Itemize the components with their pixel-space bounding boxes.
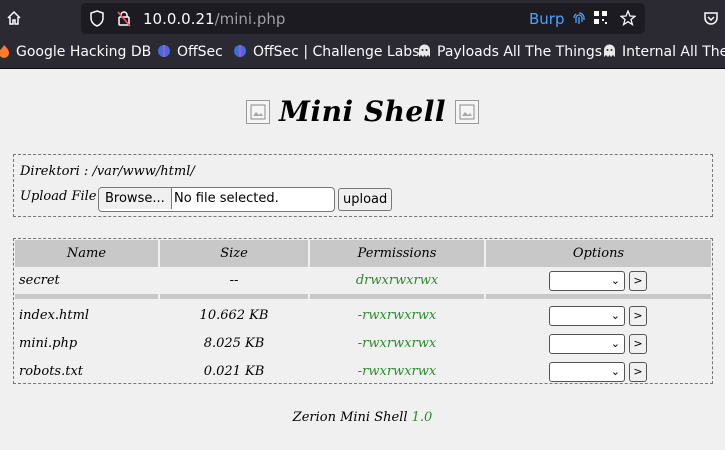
- url-host: 10.0.0.21: [143, 10, 215, 28]
- upload-panel: Direktori : /var/www/html/ Upload File :…: [13, 154, 713, 217]
- shield-icon[interactable]: [89, 10, 105, 30]
- file-name[interactable]: robots.txt: [19, 358, 83, 385]
- upload-label: Upload File :: [20, 189, 106, 204]
- directory-path: /var/www/html/: [92, 164, 195, 179]
- star-icon[interactable]: [619, 9, 637, 29]
- bookmark-label: Google Hacking DB: [16, 44, 152, 60]
- file-size: 10.662 KB: [199, 308, 269, 323]
- page-content: Mini Shell Direktori : /var/www/html/ Up…: [0, 69, 725, 450]
- row-separator: [310, 294, 484, 299]
- go-button[interactable]: >: [629, 271, 647, 291]
- browser-toolbar: 10.0.0.21/mini.php Burp: [0, 0, 725, 38]
- chevron-down-icon: ⌄: [610, 274, 620, 287]
- bookmark-label: OffSec: [177, 44, 223, 60]
- chevron-down-icon: ⌄: [610, 337, 620, 350]
- file-name[interactable]: index.html: [19, 302, 89, 329]
- column-header-permissions: Permissions: [310, 240, 484, 267]
- directory-label: Direktori :: [20, 164, 89, 179]
- ghost-icon: [419, 44, 430, 57]
- url-bar[interactable]: 10.0.0.21/mini.php Burp: [81, 3, 645, 34]
- bookmark-payloads-all-the-things[interactable]: Payloads All The Things: [418, 44, 602, 60]
- file-permissions[interactable]: drwxrwxrwx: [309, 267, 485, 294]
- options-select[interactable]: ⌄: [549, 271, 625, 291]
- chevron-down-icon: ⌄: [610, 365, 620, 378]
- column-header-size: Size: [160, 240, 308, 267]
- row-separator: [15, 294, 158, 299]
- bookmark-offsec-challenge-labs[interactable]: OffSec | Challenge Labs: [233, 44, 419, 60]
- url-text[interactable]: 10.0.0.21/mini.php: [143, 10, 285, 28]
- upload-button[interactable]: upload: [338, 188, 393, 211]
- file-permissions[interactable]: -rwxrwxrwx: [309, 358, 485, 385]
- page-header: Mini Shell: [0, 95, 725, 128]
- table-row: robots.txt 0.021 KB -rwxrwxrwx ⌄ >: [14, 358, 712, 385]
- flame-icon: [0, 45, 9, 58]
- broken-image-icon: [245, 99, 270, 124]
- file-size: --: [229, 273, 239, 288]
- burp-proxy-indicator[interactable]: Burp: [529, 10, 586, 28]
- bookmark-offsec[interactable]: OffSec: [157, 44, 223, 60]
- file-permissions[interactable]: -rwxrwxrwx: [309, 330, 485, 357]
- bookmark-internal-all-the-things[interactable]: Internal All The: [603, 44, 725, 60]
- offsec-icon: [158, 45, 170, 57]
- bookmark-google-hacking-db[interactable]: Google Hacking DB: [0, 44, 151, 60]
- file-status: No file selected.: [174, 191, 279, 206]
- bookmarks-bar: Google Hacking DB OffSec OffSec | Challe…: [0, 38, 725, 69]
- page-footer: Zerion Mini Shell 1.0: [0, 410, 725, 425]
- burp-label: Burp: [529, 10, 565, 28]
- file-name[interactable]: secret: [19, 267, 60, 294]
- file-table: Name Size Permissions Options secret -- …: [13, 238, 713, 384]
- column-header-name: Name: [15, 240, 158, 267]
- insecure-lock-icon[interactable]: [116, 10, 132, 30]
- file-size: 8.025 KB: [203, 336, 265, 351]
- go-button[interactable]: >: [629, 362, 647, 382]
- pocket-icon[interactable]: [703, 10, 719, 29]
- options-select[interactable]: ⌄: [549, 306, 625, 326]
- page-title: Mini Shell: [278, 95, 447, 128]
- directory-line: Direktori : /var/www/html/: [20, 164, 195, 179]
- row-separator: [160, 294, 308, 299]
- chevron-down-icon: ⌄: [610, 309, 620, 322]
- column-header-options: Options: [486, 240, 711, 267]
- browse-button[interactable]: Browse...: [99, 188, 172, 209]
- row-separator: [486, 294, 711, 299]
- footer-version: 1.0: [411, 410, 433, 425]
- ghost-icon: [604, 44, 615, 57]
- file-input[interactable]: Browse... No file selected.: [98, 187, 335, 212]
- go-button[interactable]: >: [629, 334, 647, 354]
- file-size: 0.021 KB: [203, 364, 265, 379]
- table-row: secret -- drwxrwxrwx ⌄ >: [14, 267, 712, 294]
- offsec-icon: [234, 45, 246, 57]
- broken-image-icon: [455, 99, 480, 124]
- go-button[interactable]: >: [629, 306, 647, 326]
- table-row: index.html 10.662 KB -rwxrwxrwx ⌄ >: [14, 302, 712, 329]
- footer-text: Zerion Mini Shell: [292, 410, 408, 425]
- options-select[interactable]: ⌄: [549, 334, 625, 354]
- file-name[interactable]: mini.php: [19, 330, 77, 357]
- options-select[interactable]: ⌄: [549, 362, 625, 382]
- bookmark-label: OffSec | Challenge Labs: [253, 44, 420, 60]
- url-path: /mini.php: [214, 10, 286, 28]
- bookmark-label: Internal All The: [622, 44, 725, 60]
- home-icon[interactable]: [6, 10, 22, 29]
- bookmark-label: Payloads All The Things: [437, 44, 603, 60]
- fingerprint-icon: [573, 12, 585, 24]
- qr-code-icon[interactable]: [593, 10, 608, 28]
- table-row: mini.php 8.025 KB -rwxrwxrwx ⌄ >: [14, 330, 712, 357]
- file-permissions[interactable]: -rwxrwxrwx: [309, 302, 485, 329]
